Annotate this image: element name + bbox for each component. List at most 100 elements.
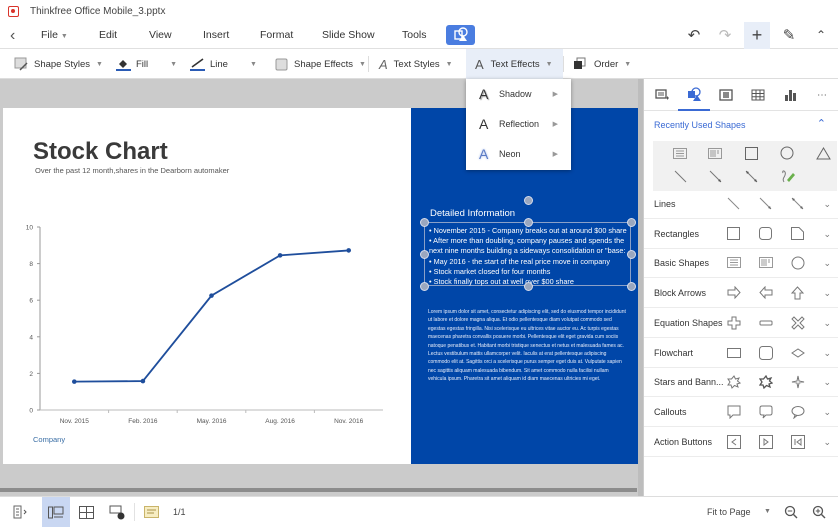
- stars-and-banners-shape-2-icon[interactable]: [758, 374, 774, 390]
- block-arrows-shape-2-icon[interactable]: [758, 285, 774, 301]
- rectangles-shape-2-icon[interactable]: [758, 226, 774, 242]
- flowchart-shape-3-icon[interactable]: [790, 345, 806, 361]
- arrow-shape-icon[interactable]: [707, 168, 723, 184]
- tab-image[interactable]: [710, 79, 742, 111]
- text-effects-button[interactable]: A Text Effects ▼: [466, 49, 563, 79]
- lines-shape-3-icon[interactable]: [790, 196, 806, 212]
- action-buttons-shape-3-icon[interactable]: [790, 434, 806, 450]
- collapse-icon[interactable]: ⌃: [817, 117, 826, 130]
- resize-handle-right[interactable]: [627, 250, 636, 259]
- equation-shapes-shape-3-icon[interactable]: [790, 315, 806, 331]
- category-row-action-buttons[interactable]: Action Buttons ⌄: [644, 427, 838, 457]
- resize-handle-left[interactable]: [420, 250, 429, 259]
- order-button[interactable]: Order ▼: [573, 49, 631, 79]
- fill-button[interactable]: Fill ▼: [116, 49, 177, 79]
- expand-chevron-icon[interactable]: ⌄: [823, 397, 831, 427]
- rectangles-shape-3-icon[interactable]: [790, 226, 806, 242]
- triangle-shape-icon[interactable]: [815, 145, 831, 161]
- data-point[interactable]: [72, 379, 77, 384]
- tab-chart[interactable]: [774, 79, 806, 111]
- rotate-handle[interactable]: [524, 196, 533, 205]
- basic-shapes-shape-2-icon[interactable]: [758, 255, 774, 271]
- company-label[interactable]: Company: [33, 435, 65, 444]
- series-line[interactable]: [74, 249, 349, 383]
- tab-new-slide[interactable]: [646, 79, 678, 111]
- zoom-select[interactable]: Fit to Page: [707, 497, 751, 527]
- equation-shapes-shape-1-icon[interactable]: [726, 315, 742, 331]
- callouts-shape-3-icon[interactable]: [790, 404, 806, 420]
- menu-insert[interactable]: Insert: [203, 22, 229, 49]
- menu-format[interactable]: Format: [260, 22, 293, 49]
- double-arrow-shape-icon[interactable]: [743, 168, 759, 184]
- block-arrows-shape-3-icon[interactable]: [790, 285, 806, 301]
- detail-title[interactable]: Detailed Information: [430, 208, 515, 219]
- freeform-shape-icon[interactable]: [779, 168, 795, 184]
- resize-handle-top[interactable]: [524, 218, 533, 227]
- lines-shape-1-icon[interactable]: [726, 196, 742, 212]
- category-row-callouts[interactable]: Callouts ⌄: [644, 397, 838, 427]
- expand-chevron-icon[interactable]: ⌄: [823, 427, 831, 457]
- category-row-rectangles[interactable]: Rectangles ⌄: [644, 219, 838, 249]
- resize-handle-bl[interactable]: [420, 282, 429, 291]
- expand-chevron-icon[interactable]: ⌄: [823, 308, 831, 338]
- slide-title[interactable]: Stock Chart: [33, 138, 168, 166]
- category-row-flowchart[interactable]: Flowchart ⌄: [644, 338, 838, 368]
- menu-item-reflection[interactable]: A Reflection ▶: [466, 109, 571, 139]
- redo-icon[interactable]: ↷: [712, 22, 738, 49]
- chevron-down-icon[interactable]: ▼: [764, 497, 771, 527]
- block-arrows-shape-1-icon[interactable]: [726, 285, 742, 301]
- menu-tools[interactable]: Tools: [402, 22, 427, 49]
- vertical-text-shape-icon[interactable]: [707, 145, 723, 161]
- menu-view[interactable]: View: [149, 22, 172, 49]
- category-row-basic-shapes[interactable]: Basic Shapes ⌄: [644, 248, 838, 279]
- tab-table[interactable]: [742, 79, 774, 111]
- resize-handle-br[interactable]: [627, 282, 636, 291]
- category-row-stars-and-banners[interactable]: Stars and Bann... ⌄: [644, 367, 838, 398]
- slide-sorter-button[interactable]: [72, 497, 100, 527]
- menu-edit[interactable]: Edit: [99, 22, 117, 49]
- action-buttons-shape-2-icon[interactable]: [758, 434, 774, 450]
- data-point[interactable]: [140, 378, 146, 384]
- menu-slide-show[interactable]: Slide Show: [322, 22, 375, 49]
- category-row-block-arrows[interactable]: Block Arrows ⌄: [644, 278, 838, 309]
- expand-chevron-icon[interactable]: ⌄: [823, 367, 831, 397]
- expand-chevron-icon[interactable]: ⌄: [823, 278, 831, 308]
- lorem-text[interactable]: Lorem ipsum dolor sit amet, consectetur …: [428, 308, 626, 384]
- zoom-out-icon[interactable]: [780, 497, 802, 527]
- callouts-shape-2-icon[interactable]: [758, 404, 774, 420]
- more-icon[interactable]: ⋯: [806, 79, 838, 111]
- lines-shape-2-icon[interactable]: [758, 196, 774, 212]
- action-buttons-shape-1-icon[interactable]: [726, 434, 742, 450]
- back-icon[interactable]: ‹: [10, 22, 15, 49]
- data-point[interactable]: [346, 248, 352, 253]
- resize-handle-tr[interactable]: [627, 218, 636, 227]
- menu-file[interactable]: File ▼: [41, 22, 68, 49]
- undo-icon[interactable]: ↶: [681, 22, 707, 49]
- flowchart-shape-1-icon[interactable]: [726, 345, 742, 361]
- expand-chevron-icon[interactable]: ⌄: [823, 248, 831, 278]
- slide-subtitle[interactable]: Over the past 12 month,shares in the Dea…: [35, 166, 229, 175]
- slide-panel-toggle-icon[interactable]: [8, 497, 34, 527]
- shape-format-button[interactable]: [446, 25, 475, 45]
- expand-chevron-icon[interactable]: ⌄: [823, 338, 831, 368]
- data-point[interactable]: [209, 293, 214, 298]
- shape-styles-button[interactable]: Shape Styles ▼: [14, 49, 103, 79]
- stock-line-chart[interactable]: 0 2 4 6 8 10 Nov. 2015 Feb. 2016 May. 2016 Aug. …: [3, 218, 403, 448]
- menu-item-shadow[interactable]: A Shadow ▶: [466, 79, 571, 109]
- resize-handle-bottom[interactable]: [524, 282, 533, 291]
- horizontal-scrollbar[interactable]: [0, 488, 637, 492]
- shape-effects-button[interactable]: Shape Effects ▼: [275, 49, 366, 79]
- equation-shapes-shape-2-icon[interactable]: [758, 315, 774, 331]
- zoom-in-icon[interactable]: [808, 497, 830, 527]
- line-shape-icon[interactable]: [672, 168, 688, 184]
- category-row-equation-shapes[interactable]: Equation Shapes ⌄: [644, 308, 838, 338]
- oval-shape-icon[interactable]: [779, 145, 795, 161]
- basic-shapes-shape-3-icon[interactable]: [790, 255, 806, 271]
- notes-button[interactable]: [140, 497, 162, 527]
- expand-chevron-icon[interactable]: ⌄: [823, 219, 831, 249]
- stars-and-banners-shape-1-icon[interactable]: [726, 374, 742, 390]
- menu-item-neon[interactable]: A Neon ▶: [466, 139, 571, 169]
- category-row-lines[interactable]: Lines ⌄: [644, 189, 838, 219]
- flowchart-shape-2-icon[interactable]: [758, 345, 774, 361]
- collapse-icon[interactable]: ⌃: [808, 22, 834, 49]
